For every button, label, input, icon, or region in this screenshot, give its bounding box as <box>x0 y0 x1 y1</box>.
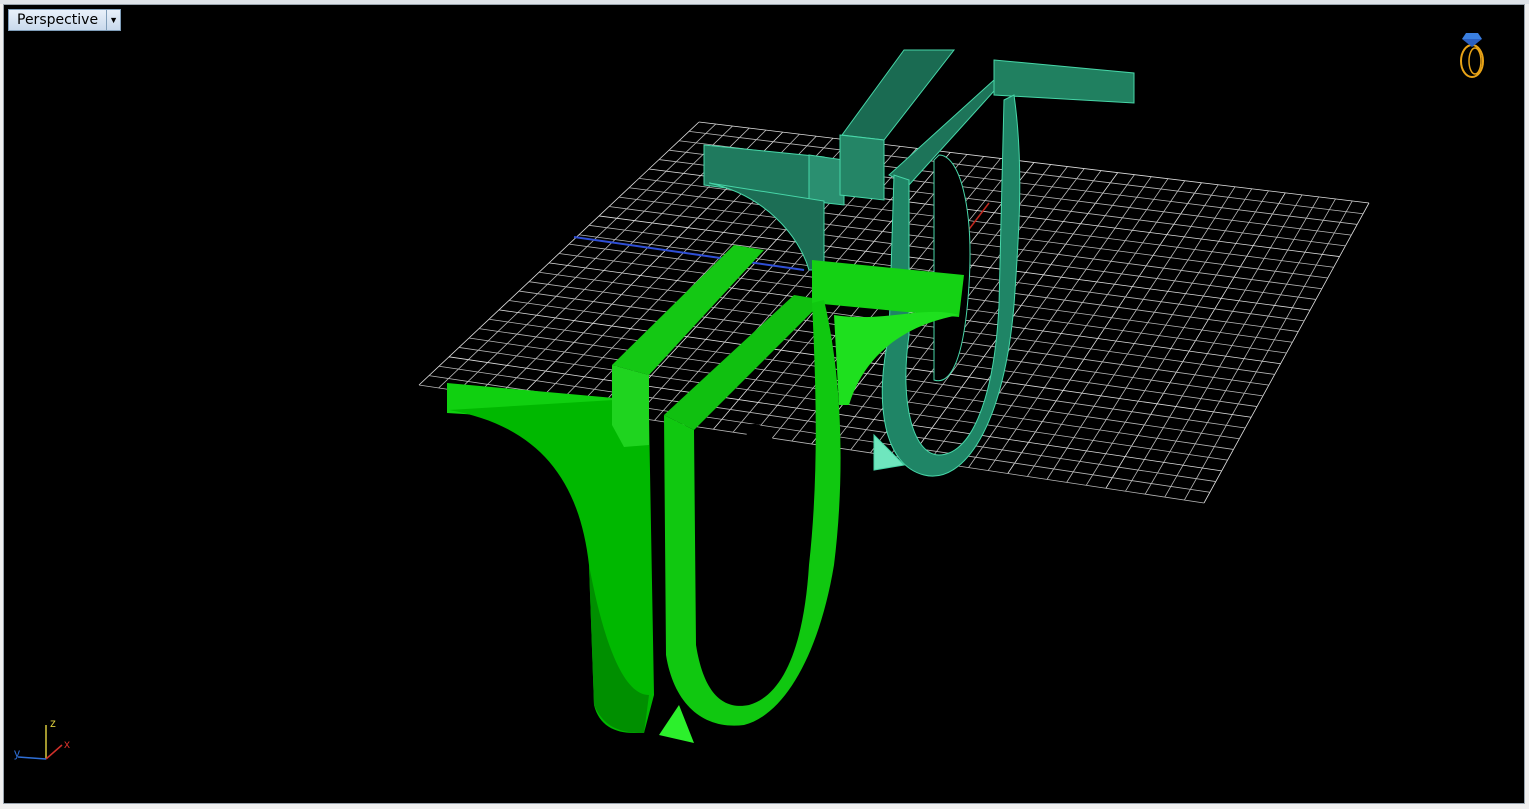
y-axis-label: y <box>14 746 20 760</box>
z-axis-label: z <box>50 716 56 730</box>
perspective-viewport[interactable]: Perspective ▼ z x y <box>3 4 1525 804</box>
viewport-title-tab[interactable]: Perspective ▼ <box>8 9 122 31</box>
3d-scene[interactable]: z x y <box>4 5 1525 804</box>
ring-navigator-icon[interactable] <box>1460 33 1484 78</box>
chevron-down-icon[interactable]: ▼ <box>107 9 122 31</box>
viewport-name-label[interactable]: Perspective <box>8 9 108 31</box>
green-shape-selected[interactable] <box>447 245 964 743</box>
x-axis-label: x <box>64 737 70 751</box>
grid-x-axis-line <box>573 236 805 271</box>
axis-widget: z x y <box>14 716 70 760</box>
